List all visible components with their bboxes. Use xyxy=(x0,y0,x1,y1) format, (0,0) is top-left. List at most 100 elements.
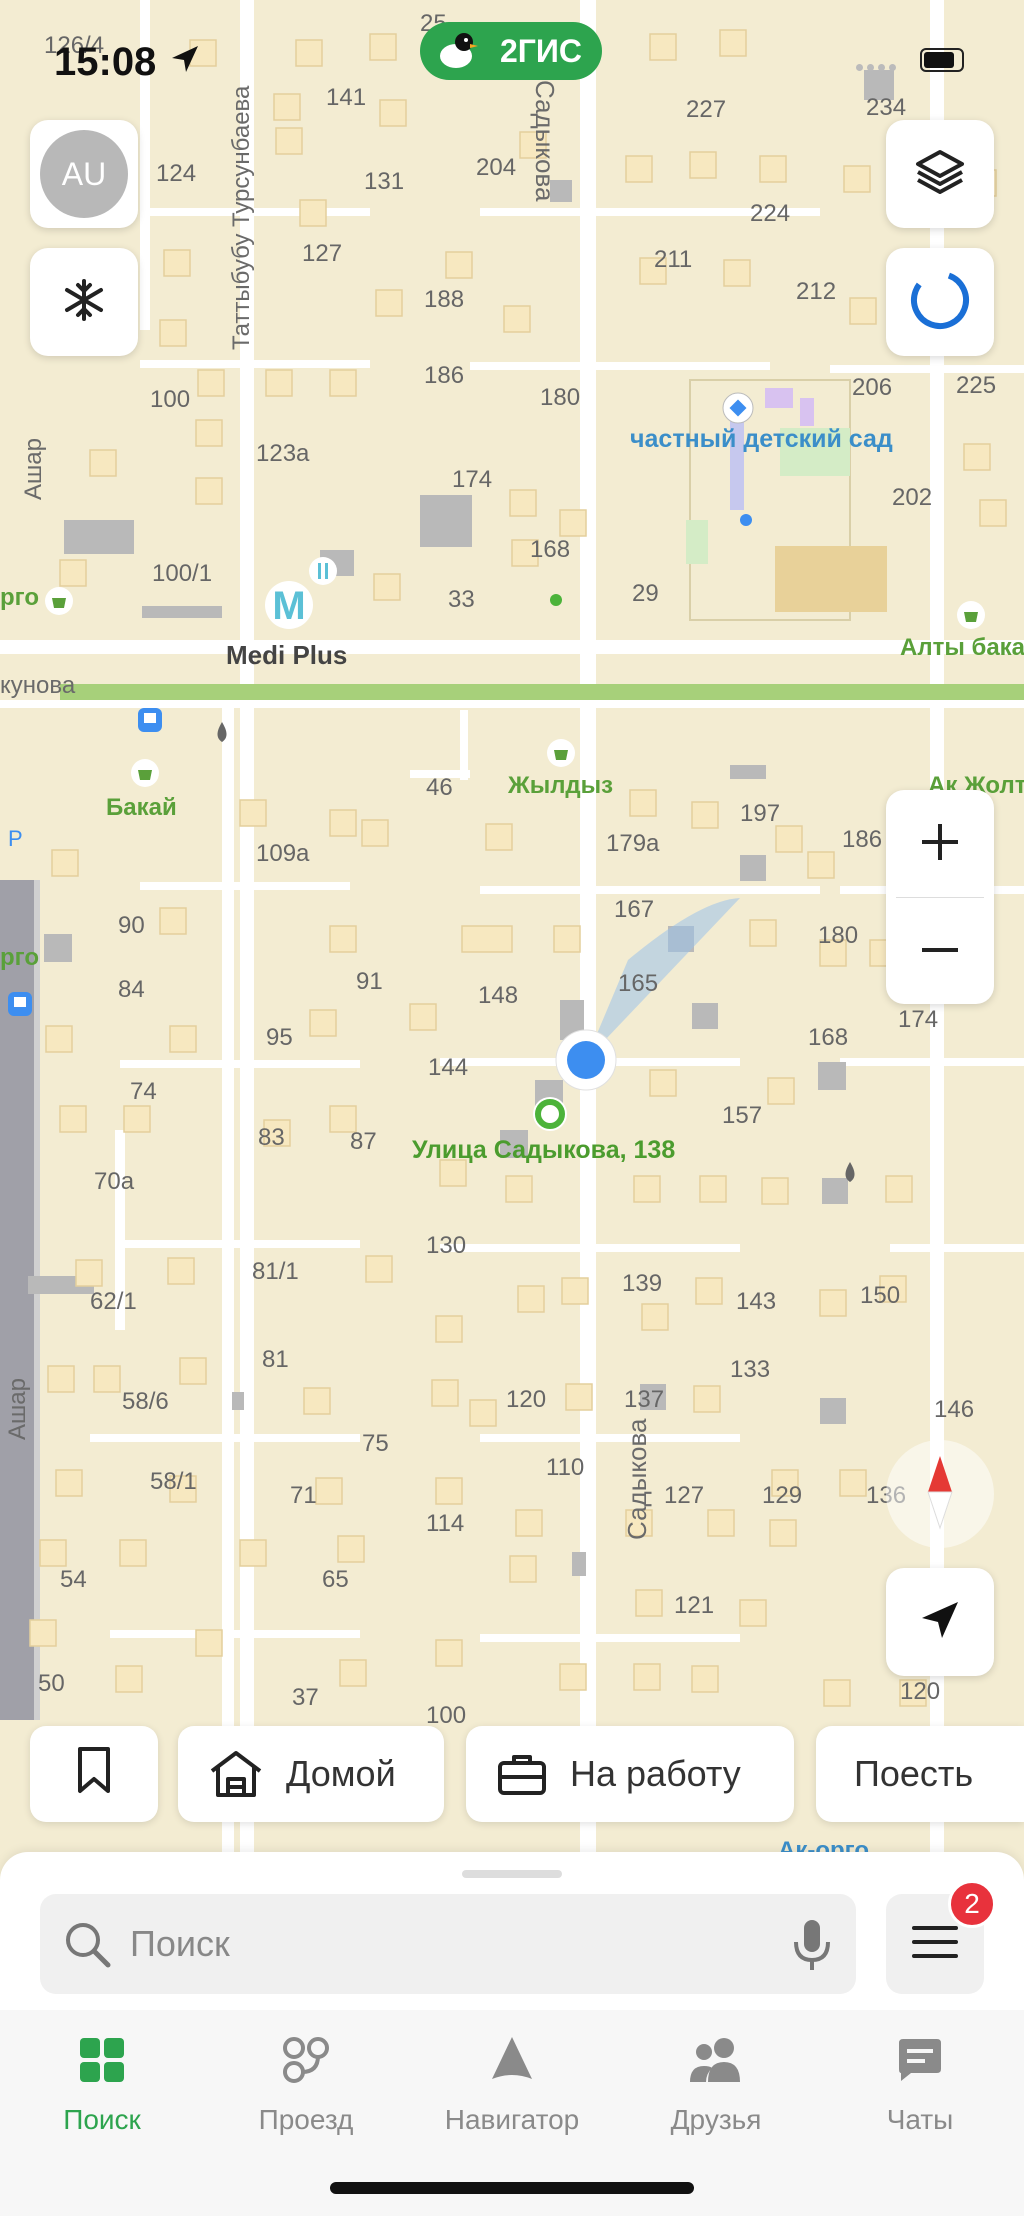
profile-button[interactable]: AU xyxy=(30,120,138,228)
house-number: 180 xyxy=(818,922,859,949)
tab-route-label: Проезд xyxy=(258,2104,354,2135)
navigator-icon xyxy=(422,2032,602,2088)
house-number: 165 xyxy=(618,970,659,997)
tab-friends[interactable]: Друзья xyxy=(626,2032,806,2136)
house-number: 186 xyxy=(842,826,883,853)
tab-navigator[interactable]: Навигатор xyxy=(422,2032,602,2136)
map-base xyxy=(0,0,1024,1880)
house-number: 50 xyxy=(38,1670,65,1697)
compass-button[interactable] xyxy=(886,1440,994,1548)
bus-stop-icon xyxy=(6,990,34,1023)
poi-zhyldyz-label[interactable]: Жылдыз xyxy=(508,772,613,800)
brand-logo[interactable]: 2ГИС xyxy=(420,22,602,80)
layers-button[interactable] xyxy=(886,120,994,228)
kindergarten-icon xyxy=(722,392,754,429)
house-number: 100 xyxy=(150,386,191,413)
house-number: 146 xyxy=(934,1396,975,1423)
eat-chip[interactable]: Поесть xyxy=(816,1726,1024,1822)
zoom-out-button[interactable] xyxy=(886,898,994,1005)
poi-edge-label: Р xyxy=(8,826,23,851)
house-number: 75 xyxy=(362,1430,389,1457)
poi-medi-plus-label[interactable]: Medi Plus xyxy=(226,640,347,671)
house-number: 157 xyxy=(722,1102,763,1129)
bookmarks-button[interactable] xyxy=(30,1726,158,1822)
plus-icon xyxy=(918,809,962,878)
house-number: 91 xyxy=(356,968,383,995)
map[interactable]: Садыкова Таттыбубу Турсунбаева Ашар куно… xyxy=(0,0,1024,1880)
tab-chats[interactable]: Чаты xyxy=(830,2032,1010,2136)
house-number: 109а xyxy=(256,840,310,867)
poi-address-label[interactable]: Улица Садыкова, 138 xyxy=(412,1136,675,1165)
search-input[interactable]: Поиск xyxy=(40,1894,856,1994)
house-number: 137 xyxy=(624,1386,665,1413)
street-label-ashar: Ашар xyxy=(20,438,47,500)
assistant-ring-icon xyxy=(909,269,971,336)
search-placeholder: Поиск xyxy=(130,1923,230,1964)
house-number: 127 xyxy=(302,240,343,267)
shop-icon xyxy=(130,758,160,793)
house-number: 202 xyxy=(892,484,933,511)
brand-name: 2ГИС xyxy=(499,32,582,69)
house-number: 204 xyxy=(476,154,517,181)
house-number: 234 xyxy=(866,94,907,121)
assistant-button[interactable] xyxy=(886,248,994,356)
house-number: 212 xyxy=(796,278,837,305)
house-number: 174 xyxy=(898,1006,939,1033)
shop-icon xyxy=(956,600,986,635)
shop-icon xyxy=(44,586,74,621)
house-number: 95 xyxy=(266,1024,293,1051)
house-number: 33 xyxy=(448,586,475,613)
poi-altybak-label[interactable]: Алты бака xyxy=(900,634,1024,662)
tab-chats-label: Чаты xyxy=(886,2104,954,2135)
house-number: 121 xyxy=(674,1592,715,1619)
notification-badge: 2 xyxy=(948,1880,996,1928)
bus-stop-icon xyxy=(136,706,164,739)
navigation-arrow-icon xyxy=(918,1598,962,1647)
poi-bakai-label[interactable]: Бакай xyxy=(106,794,177,822)
house-number: 144 xyxy=(428,1054,469,1081)
house-number: 84 xyxy=(118,976,145,1003)
sheet-grabber[interactable] xyxy=(462,1870,562,1878)
battery-icon xyxy=(920,48,964,72)
poi-shop-left-label[interactable]: рго xyxy=(0,584,39,612)
microphone-icon[interactable] xyxy=(792,1918,832,1977)
house-number: 87 xyxy=(350,1128,377,1155)
weather-button[interactable] xyxy=(30,248,138,356)
home-indicator xyxy=(330,2182,694,2194)
house-number: 168 xyxy=(530,536,571,563)
friends-icon xyxy=(626,2032,806,2088)
tab-search[interactable]: Поиск xyxy=(12,2032,192,2136)
street-label-sadykova-bottom: Садыкова xyxy=(622,1418,652,1541)
work-chip[interactable]: На работу xyxy=(466,1726,794,1822)
house-number: 83 xyxy=(258,1124,285,1151)
tab-route[interactable]: Проезд xyxy=(216,2032,396,2136)
home-chip[interactable]: Домой xyxy=(178,1726,444,1822)
poi-shop-left2-label[interactable]: рго xyxy=(0,944,39,972)
house-number: 100/1 xyxy=(152,560,213,587)
home-chip-label: Домой xyxy=(286,1753,396,1794)
my-location-button[interactable] xyxy=(886,1568,994,1676)
search-icon xyxy=(62,1919,112,1969)
house-number: 174 xyxy=(452,466,493,493)
zoom-in-button[interactable] xyxy=(886,790,994,897)
bookmark-icon xyxy=(74,1745,114,1804)
house-number: 65 xyxy=(322,1566,349,1593)
house-number: 206 xyxy=(852,374,893,401)
house-number: 110 xyxy=(546,1454,585,1481)
house-number: 124 xyxy=(156,160,197,187)
house-number: 71 xyxy=(290,1482,317,1509)
house-number: 225 xyxy=(956,372,997,399)
compass-icon xyxy=(920,1452,960,1537)
grid-icon xyxy=(12,2032,192,2088)
street-label-ashar-bottom: Ашар xyxy=(4,1378,31,1440)
chat-icon xyxy=(830,2032,1010,2088)
house-number: 180 xyxy=(540,384,581,411)
house-number: 143 xyxy=(736,1288,777,1315)
house-number: 90 xyxy=(118,912,145,939)
house-number: 150 xyxy=(860,1282,901,1309)
zoom-control xyxy=(886,790,994,1004)
tab-navigator-label: Навигатор xyxy=(444,2104,580,2135)
house-number: 58/6 xyxy=(122,1388,169,1415)
house-number: 58/1 xyxy=(150,1468,197,1495)
house-number: 74 xyxy=(130,1078,157,1105)
